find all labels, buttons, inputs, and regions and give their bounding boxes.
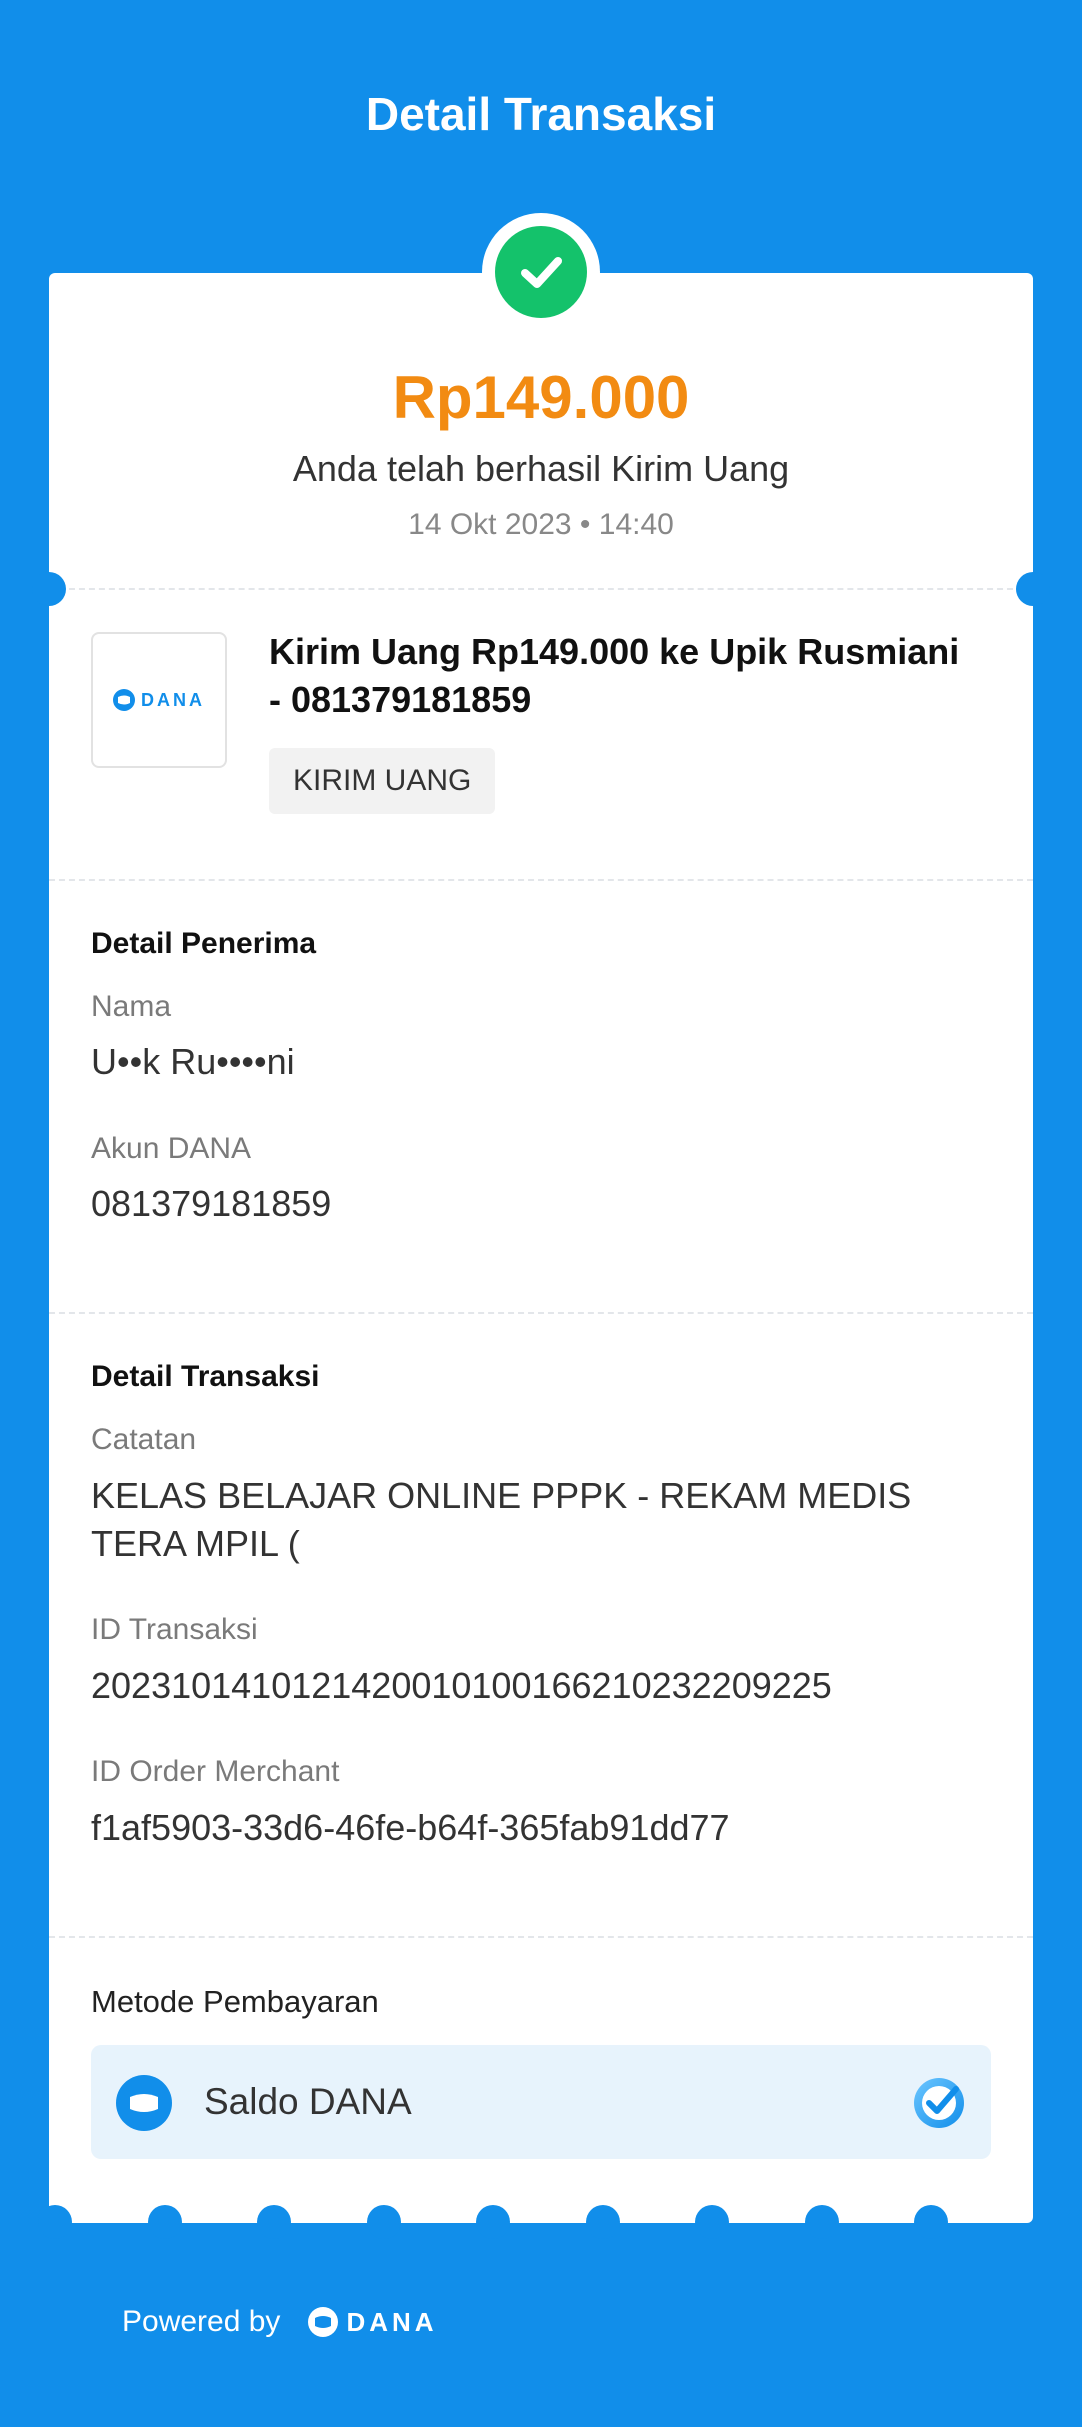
transaction-amount: Rp149.000	[392, 364, 690, 431]
check-circle-icon	[495, 226, 587, 318]
dana-logo-text: DANA	[346, 2306, 438, 2337]
scallop-notch	[257, 2205, 291, 2239]
transaction-id-value: 2023101410121420010100166210232209225	[91, 1665, 832, 1706]
transaction-id-label: ID Transaksi	[91, 1613, 258, 1646]
recipient-name-label: Nama	[91, 990, 172, 1023]
category-tag: KIRIM UANG	[269, 748, 496, 814]
page-title: Detail Transaksi	[365, 88, 717, 140]
powered-by-text: Powered by	[122, 2305, 281, 2338]
scallop-notch	[914, 2205, 948, 2239]
scallop-notch	[585, 2205, 620, 2239]
dana-logo: DANA	[308, 2307, 437, 2338]
dana-logo: DANA	[113, 689, 205, 711]
product-title: Kirim Uang Rp149.000 ke Upik Rusmiani - …	[269, 631, 960, 720]
dana-wallet-icon	[308, 2307, 339, 2337]
order-id-value: f1af5903-33d6-46fe-b64f-365fab91dd77	[91, 1807, 730, 1848]
ticket-notch-right	[1016, 572, 1050, 606]
order-id-label: ID Order Merchant	[91, 1755, 340, 1788]
transaction-datetime: 14 Okt 2023 • 14:40	[408, 508, 674, 541]
success-message: Anda telah berhasil Kirim Uang	[292, 448, 790, 489]
recipient-name-value: U••k Ru••••ni	[91, 1041, 295, 1082]
scallop-notch	[147, 2205, 182, 2239]
powered-by-footer: Powered by DANA	[122, 2299, 438, 2345]
dana-logo-text: DANA	[141, 689, 205, 710]
merchant-logo: DANA	[91, 632, 227, 768]
scallop-notch	[366, 2205, 401, 2239]
recipient-account-label: Akun DANA	[91, 1132, 252, 1165]
recipient-account-value: 081379181859	[91, 1183, 332, 1224]
payment-method-label: Saldo DANA	[204, 2081, 412, 2122]
scallop-notch	[804, 2205, 839, 2239]
transaction-detail-screen: Detail Transaksi Rp149.000 Anda telah be…	[0, 0, 1082, 2427]
receipt-card	[49, 273, 1033, 2223]
scallop-notch	[695, 2205, 729, 2239]
divider	[49, 588, 1033, 590]
payment-method-title: Metode Pembayaran	[91, 1984, 379, 2019]
scallop-notch	[38, 2205, 72, 2239]
note-value: KELAS BELAJAR ONLINE PPPK - REKAM MEDIS …	[91, 1475, 912, 1564]
note-label: Catatan	[91, 1423, 197, 1456]
transaction-section-title: Detail Transaksi	[91, 1360, 320, 1393]
scallop-notch	[476, 2205, 510, 2239]
payment-method-option[interactable]: Saldo DANA	[91, 2045, 991, 2159]
selected-check-icon	[914, 2078, 964, 2128]
divider	[49, 879, 1033, 881]
status-badge	[482, 213, 600, 331]
dana-wallet-icon	[113, 689, 135, 711]
ticket-notch-left	[32, 572, 66, 606]
recipient-section-title: Detail Penerima	[91, 927, 317, 960]
dana-wallet-icon	[116, 2075, 172, 2131]
divider	[49, 1936, 1033, 1938]
divider	[49, 1312, 1033, 1314]
